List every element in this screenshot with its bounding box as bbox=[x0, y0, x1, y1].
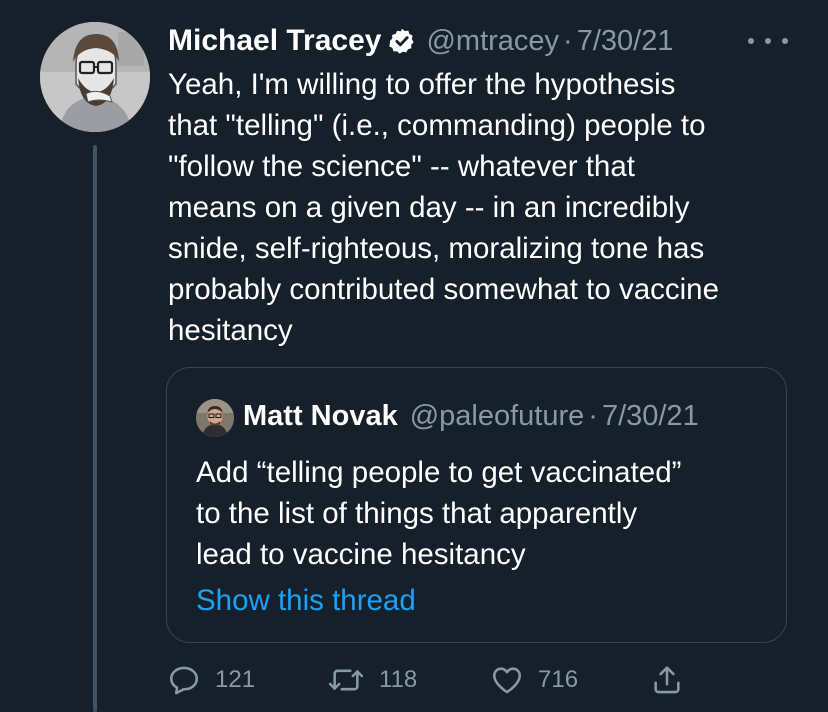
tweet-text-line: that "telling" (i.e., commanding) people… bbox=[168, 109, 706, 142]
reply-count: 121 bbox=[215, 666, 256, 693]
quoted-avatar-photo bbox=[196, 399, 234, 437]
tweet-text-line: hesitancy bbox=[168, 314, 293, 347]
thread-line bbox=[93, 145, 97, 712]
tweet-date[interactable]: 7/30/21 bbox=[577, 25, 674, 58]
show-thread-link[interactable]: Show this thread bbox=[196, 584, 416, 618]
header-separator: · bbox=[563, 24, 573, 57]
like-button[interactable]: 716 bbox=[490, 660, 578, 700]
verified-badge-icon bbox=[388, 27, 416, 55]
quoted-author-avatar[interactable] bbox=[196, 399, 234, 437]
author-display-name[interactable]: Michael Tracey bbox=[168, 24, 381, 58]
reply-button[interactable]: 121 bbox=[167, 660, 255, 700]
quoted-text-line: lead to vaccine hesitancy bbox=[196, 538, 526, 571]
tweet-actions-bar: 121 118 716 bbox=[0, 660, 828, 700]
avatar-illustration bbox=[40, 22, 150, 132]
tweet-text-line: Yeah, I'm willing to offer the hypothesi… bbox=[168, 68, 676, 101]
share-icon bbox=[650, 663, 684, 697]
tweet-text: Yeah, I'm willing to offer the hypothesi… bbox=[168, 64, 808, 351]
quoted-tweet-header: Matt Novak @paleofuture · 7/30/21 bbox=[243, 396, 699, 436]
quoted-text-line: Add “telling people to get vaccinated” bbox=[196, 456, 682, 489]
tweet-text-line: probably contributed somewhat to vaccine bbox=[168, 273, 719, 306]
like-count: 716 bbox=[538, 666, 579, 693]
retweet-icon bbox=[327, 663, 365, 697]
author-handle[interactable]: @mtracey bbox=[426, 25, 559, 58]
quoted-tweet-text: Add “telling people to get vaccinated” t… bbox=[196, 452, 776, 575]
tweet-text-line: "follow the science" -- whatever that bbox=[168, 150, 635, 183]
more-options-icon[interactable] bbox=[748, 28, 788, 54]
quoted-header-separator: · bbox=[588, 399, 598, 432]
tweet-text-line: snide, self-righteous, moralizing tone h… bbox=[168, 232, 705, 265]
tweet-text-line: means on a given day -- in an incredibly bbox=[168, 191, 690, 224]
quoted-tweet-date[interactable]: 7/30/21 bbox=[602, 400, 699, 433]
share-button[interactable] bbox=[650, 660, 684, 700]
retweet-button[interactable]: 118 bbox=[327, 660, 417, 700]
retweet-count: 118 bbox=[379, 666, 418, 693]
quoted-author-display-name[interactable]: Matt Novak bbox=[243, 400, 398, 433]
heart-icon bbox=[490, 663, 524, 697]
tweet-header: Michael Tracey @mtracey · 7/30/21 bbox=[168, 22, 673, 60]
reply-icon bbox=[167, 663, 201, 697]
quoted-author-handle[interactable]: @paleofuture bbox=[410, 400, 585, 433]
author-avatar[interactable] bbox=[40, 22, 150, 132]
quoted-tweet-card[interactable]: Matt Novak @paleofuture · 7/30/21 Add “t… bbox=[166, 367, 787, 643]
quoted-text-line: to the list of things that apparently bbox=[196, 497, 638, 530]
